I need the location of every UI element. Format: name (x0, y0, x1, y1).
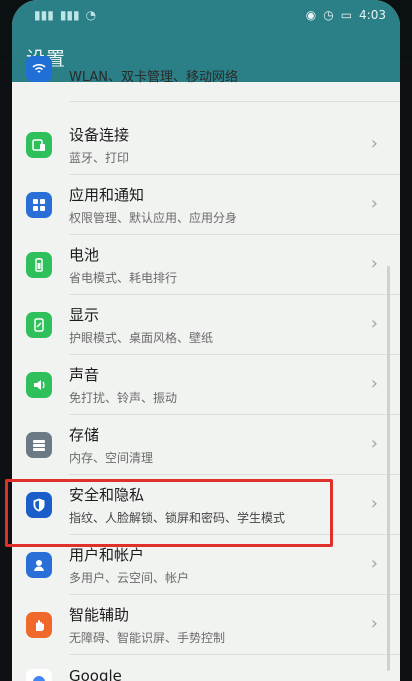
settings-item-subtitle: 省电模式、耗电排行 (69, 271, 178, 285)
settings-item-storage[interactable]: 存储 内存、空间清理 › (12, 415, 400, 475)
battery-icon (26, 252, 52, 278)
signal-icon-2: ▮▮▮ (59, 8, 80, 22)
chevron-right-icon: › (370, 193, 378, 214)
settings-item-subtitle: 多用户、云空间、帐户 (69, 571, 190, 585)
chevron-right-icon: › (370, 553, 378, 574)
settings-item-title: 电池 (69, 246, 100, 264)
settings-item-title: 用户和帐户 (69, 546, 145, 564)
apps-icon (26, 192, 52, 218)
settings-item-battery[interactable]: 电池 省电模式、耗电排行 › (12, 235, 400, 295)
hand-icon (26, 612, 52, 638)
scrollbar[interactable] (387, 266, 390, 671)
settings-item-apps[interactable]: 应用和通知 权限管理、默认应用、应用分身 › (12, 175, 400, 235)
settings-item-title: 智能辅助 (69, 606, 130, 624)
settings-item-smart-assist[interactable]: 智能辅助 无障碍、智能识屏、手势控制 › (12, 595, 400, 655)
settings-item-subtitle: 蓝牙、打印 (69, 151, 130, 165)
settings-item-subtitle: 权限管理、默认应用、应用分身 (69, 211, 238, 225)
chevron-right-icon: › (370, 433, 378, 454)
chevron-right-icon: › (370, 133, 378, 154)
wifi-icon (26, 56, 52, 82)
user-icon (26, 552, 52, 578)
battery-status-icon: ▭ (340, 8, 353, 22)
wifi-status-icon: ◔ (85, 8, 97, 22)
settings-item-network[interactable]: WLAN、双卡管理、移动网络 (12, 56, 400, 102)
settings-item-title: 设备连接 (69, 126, 130, 144)
settings-item-title: 声音 (69, 366, 100, 384)
settings-item-display[interactable]: 显示 护眼模式、桌面风格、壁纸 › (12, 295, 400, 355)
list-divider (69, 101, 400, 102)
display-icon (26, 312, 52, 338)
settings-item-subtitle: 免打扰、铃声、振动 (69, 391, 178, 405)
status-bar-right: ◉ ◷ ▭ 4:03 (306, 8, 386, 22)
settings-item-title: 显示 (69, 306, 100, 324)
storage-icon (26, 432, 52, 458)
settings-item-title: Google (69, 667, 122, 681)
settings-item-sound[interactable]: 声音 免打扰、铃声、振动 › (12, 355, 400, 415)
status-time: 4:03 (359, 8, 386, 22)
settings-item-title: 应用和通知 (69, 186, 145, 204)
eye-comfort-icon: ◉ (305, 8, 317, 22)
chevron-right-icon: › (370, 313, 378, 334)
settings-item-network-subtitle: WLAN、双卡管理、移动网络 (69, 70, 239, 85)
device-connect-icon (26, 132, 52, 158)
signal-icon: ▮▮▮ (34, 8, 54, 22)
google-icon (26, 669, 52, 681)
sound-icon (26, 372, 52, 398)
chevron-right-icon: › (370, 373, 378, 394)
settings-item-title: 存储 (69, 426, 100, 444)
status-bar-left: ▮▮▮ ▮▮▮ ◔ (34, 8, 96, 22)
alarm-icon: ◷ (323, 8, 334, 22)
settings-item-subtitle: 护眼模式、桌面风格、壁纸 (69, 331, 214, 345)
settings-item-device-connection[interactable]: 设备连接 蓝牙、打印 › (12, 115, 400, 175)
phone-screen: ▮▮▮ ▮▮▮ ◔ ◉ ◷ ▭ 4:03 设置 WLAN、双卡管理、移动网络 设… (12, 0, 400, 681)
chevron-right-icon: › (370, 493, 378, 514)
settings-item-subtitle: 内存、空间清理 (69, 451, 154, 465)
highlight-box (5, 479, 333, 547)
chevron-right-icon: › (370, 253, 378, 274)
settings-item-subtitle: 无障碍、智能识屏、手势控制 (69, 631, 226, 645)
chevron-right-icon: › (370, 613, 378, 634)
settings-item-google[interactable]: Google (12, 655, 400, 681)
